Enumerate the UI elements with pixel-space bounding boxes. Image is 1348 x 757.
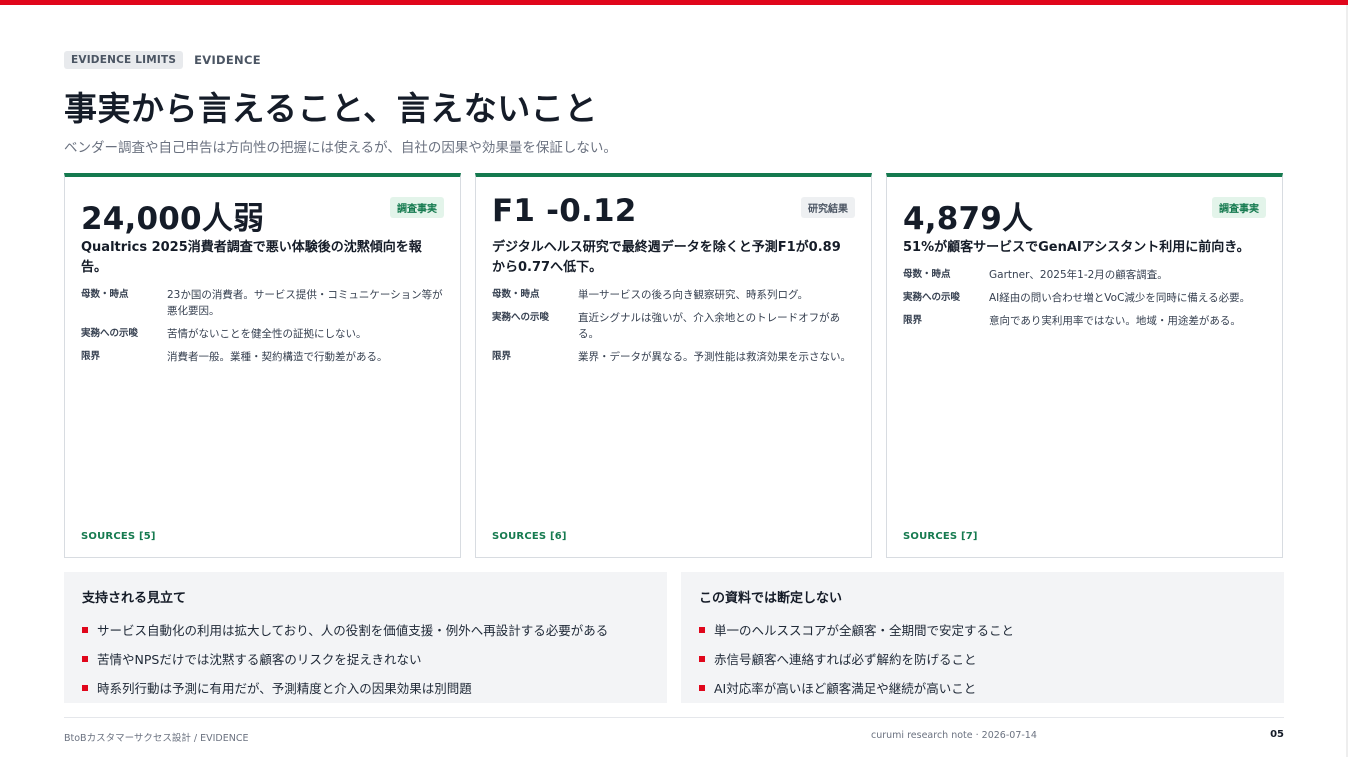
list-item-text: 時系列行動は予測に有用だが、予測精度と介入の因果効果は別問題: [97, 681, 472, 696]
detail-row: 実務への示唆 AI経由の問い合わせ増とVoC減少を同時に備える必要。: [903, 290, 1267, 306]
detail-label: 母数・時点: [492, 289, 540, 300]
list-item-text: 苦情やNPSだけでは沈黙する顧客のリスクを捉えきれない: [97, 652, 422, 667]
card-tag: 調査事実: [1212, 197, 1266, 218]
detail-row: 実務への示唆 直近シグナルは強いが、介入余地とのトレードオフがある。: [492, 310, 856, 342]
card-headline: デジタルヘルス研究で最終週データを除くと予測F1が0.89から0.77へ低下。: [492, 240, 841, 275]
supported-views-panel: 支持される見立て サービス自動化の利用は拡大しており、人の役割を価値支援・例外へ…: [64, 572, 667, 703]
list-item: 苦情やNPSだけでは沈黙する顧客のリスクを捉えきれない: [82, 644, 649, 673]
evidence-card-1: 24,000人弱 調査事実 Qualtrics 2025消費者調査で悪い体験後の…: [64, 173, 461, 558]
card-value: 24,000人弱: [81, 201, 265, 237]
detail-label: 母数・時点: [81, 289, 129, 300]
list-item-text: サービス自動化の利用は拡大しており、人の役割を価値支援・例外へ再設計する必要があ…: [97, 623, 609, 638]
evidence-card-3: 4,879人 調査事実 51%が顧客サービスでGenAIアシスタント利用に前向き…: [886, 173, 1283, 558]
detail-row: 母数・時点 単一サービスの後ろ向き観察研究、時系列ログ。: [492, 287, 856, 303]
page-number: 05: [1270, 729, 1284, 740]
list-item: 時系列行動は予測に有用だが、予測精度と介入の因果効果は別問題: [82, 673, 649, 702]
list-item-text: 単一のヘルススコアが全顧客・全期間で安定すること: [714, 623, 1015, 638]
detail-label: 限界: [492, 351, 512, 362]
eyebrow-text: EVIDENCE: [194, 53, 261, 67]
card-value: 4,879人: [903, 201, 1034, 237]
list-item: サービス自動化の利用は拡大しており、人の役割を価値支援・例外へ再設計する必要があ…: [82, 615, 649, 644]
detail-text: 業界・データが異なる。予測性能は救済効果を示さない。: [578, 351, 851, 363]
evidence-card-2: F1 -0.12 研究結果 デジタルヘルス研究で最終週データを除くと予測F1が0…: [475, 173, 872, 558]
card-details: 母数・時点 単一サービスの後ろ向き観察研究、時系列ログ。 実務への示唆 直近シグ…: [492, 287, 856, 372]
footer-note: curumi research note · 2026-07-14: [871, 730, 1037, 741]
list-item: 赤信号顧客へ連絡すれば必ず解約を防げること: [699, 644, 1266, 673]
detail-label: 母数・時点: [903, 269, 951, 280]
card-sources-link[interactable]: SOURCES [7]: [903, 531, 978, 542]
detail-row: 限界 意向であり実利用率ではない。地域・用途差がある。: [903, 313, 1267, 329]
panel-title: この資料では断定しない: [699, 591, 843, 606]
eyebrow-badge: EVIDENCE LIMITS: [64, 51, 184, 69]
card-tag: 調査事実: [390, 197, 444, 218]
square-bullet-icon: [82, 684, 88, 691]
detail-text: 意向であり実利用率ではない。地域・用途差がある。: [989, 315, 1241, 327]
list-item: AI対応率が高いほど顧客満足や継続が高いこと: [699, 673, 1266, 702]
detail-text: Gartner、2025年1-2月の顧客調査。: [989, 269, 1168, 281]
card-sources-link[interactable]: SOURCES [6]: [492, 531, 567, 542]
square-bullet-icon: [699, 626, 705, 633]
list-item-text: 赤信号顧客へ連絡すれば必ず解約を防げること: [714, 652, 977, 667]
card-value: F1 -0.12: [492, 193, 637, 229]
detail-label: 実務への示唆: [492, 312, 550, 323]
top-accent-bar: [0, 0, 1348, 5]
square-bullet-icon: [699, 684, 705, 691]
detail-row: 限界 業界・データが異なる。予測性能は救済効果を示さない。: [492, 349, 856, 365]
not-asserted-panel: この資料では断定しない 単一のヘルススコアが全顧客・全期間で安定すること 赤信号…: [681, 572, 1284, 703]
list-item-text: AI対応率が高いほど顧客満足や継続が高いこと: [714, 681, 977, 696]
detail-text: 直近シグナルは強いが、介入余地とのトレードオフがある。: [578, 312, 841, 340]
detail-row: 母数・時点 23か国の消費者。サービス提供・コミュニケーション等が悪化要因。: [81, 287, 445, 319]
page-title: 事実から言えること、言えないこと: [64, 89, 598, 128]
detail-text: AI経由の問い合わせ増とVoC減少を同時に備える必要。: [989, 292, 1251, 304]
square-bullet-icon: [82, 655, 88, 662]
page-subtitle: ベンダー調査や自己申告は方向性の把握には使えるが、自社の因果や効果量を保証しない…: [64, 140, 617, 156]
detail-row: 母数・時点 Gartner、2025年1-2月の顧客調査。: [903, 267, 1267, 283]
detail-text: 消費者一般。業種・契約構造で行動差がある。: [167, 351, 388, 363]
card-sources-link[interactable]: SOURCES [5]: [81, 531, 156, 542]
detail-row: 限界 消費者一般。業種・契約構造で行動差がある。: [81, 349, 445, 365]
card-headline: Qualtrics 2025消費者調査で悪い体験後の沈黙傾向を報告。: [81, 240, 422, 275]
eyebrow: EVIDENCE LIMITS EVIDENCE: [64, 51, 261, 69]
card-tag: 研究結果: [801, 197, 855, 218]
card-details: 母数・時点 23か国の消費者。サービス提供・コミュニケーション等が悪化要因。 実…: [81, 287, 445, 372]
detail-text: 単一サービスの後ろ向き観察研究、時系列ログ。: [578, 289, 809, 301]
footer-divider: [64, 717, 1284, 718]
detail-row: 実務への示唆 苦情がないことを健全性の証拠にしない。: [81, 326, 445, 342]
detail-label: 実務への示唆: [903, 292, 961, 303]
detail-text: 苦情がないことを健全性の証拠にしない。: [167, 328, 367, 340]
detail-text: 23か国の消費者。サービス提供・コミュニケーション等が悪化要因。: [167, 289, 443, 317]
detail-label: 限界: [903, 315, 923, 326]
footer-doc-title: BtoBカスタマーサクセス設計 / EVIDENCE: [64, 733, 249, 744]
panel-title: 支持される見立て: [82, 591, 187, 606]
card-details: 母数・時点 Gartner、2025年1-2月の顧客調査。 実務への示唆 AI経…: [903, 267, 1267, 336]
card-headline: 51%が顧客サービスでGenAIアシスタント利用に前向き。: [903, 240, 1250, 255]
square-bullet-icon: [82, 626, 88, 633]
detail-label: 実務への示唆: [81, 328, 139, 339]
square-bullet-icon: [699, 655, 705, 662]
list-item: 単一のヘルススコアが全顧客・全期間で安定すること: [699, 615, 1266, 644]
detail-label: 限界: [81, 351, 101, 362]
